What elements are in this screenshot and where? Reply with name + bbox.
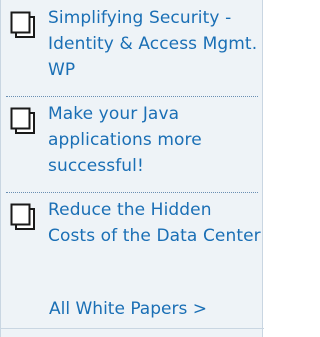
all-white-papers-link[interactable]: All White Papers > <box>49 296 207 322</box>
document-icon <box>10 11 36 39</box>
white-paper-item: Reduce the Hidden Costs of the Data Cent… <box>1 192 263 288</box>
white-papers-panel: Simplifying Security - Identity & Access… <box>0 0 264 337</box>
panel-bottom-border <box>1 328 264 329</box>
document-icon <box>10 203 36 231</box>
white-paper-link[interactable]: Make your Java applications more success… <box>48 101 263 179</box>
white-paper-item: Simplifying Security - Identity & Access… <box>1 0 263 96</box>
white-paper-link[interactable]: Reduce the Hidden Costs of the Data Cent… <box>48 197 263 249</box>
document-icon <box>10 107 36 135</box>
white-paper-item: Make your Java applications more success… <box>1 96 263 192</box>
white-paper-link[interactable]: Simplifying Security - Identity & Access… <box>48 5 263 83</box>
